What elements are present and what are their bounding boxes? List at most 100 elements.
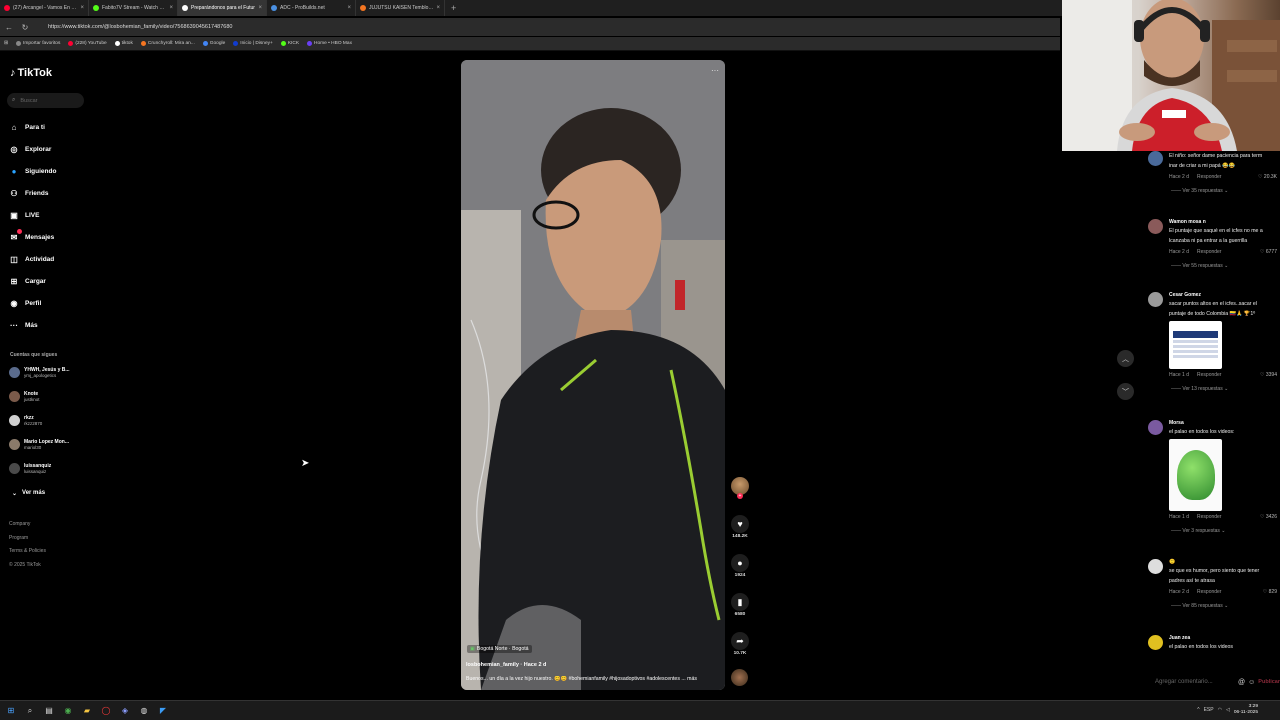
new-tab-button[interactable]: +	[445, 3, 456, 13]
comment-author[interactable]: Cesar Gomez	[1169, 292, 1277, 299]
following-account[interactable]: rkzz rkzz2870	[9, 415, 42, 426]
video-options-icon[interactable]: ···	[711, 66, 719, 75]
see-more-button[interactable]: ⌄ Ver más	[12, 490, 45, 497]
reply-button[interactable]: Responder	[1197, 589, 1221, 595]
emoji-icon[interactable]: ☺	[1248, 679, 1255, 686]
like-button[interactable]: ♥ 148.2K	[730, 515, 750, 539]
comment-avatar[interactable]	[1148, 559, 1163, 574]
tab-close-icon[interactable]: ×	[436, 5, 440, 11]
tab-close-icon[interactable]: ×	[258, 5, 262, 11]
view-replies-button[interactable]: —— Ver 13 respuestas ⌄	[1171, 386, 1277, 392]
discord-icon[interactable]: ◈	[120, 706, 130, 716]
sidebar-item-mensajes[interactable]: ✉ Mensajes	[9, 229, 54, 242]
vscode-icon[interactable]: ◤	[158, 706, 168, 716]
chevron-up-icon[interactable]: ^	[1197, 707, 1199, 713]
reply-button[interactable]: Responder	[1197, 372, 1221, 378]
comment-like-button[interactable]: ♡ 20.3K	[1258, 174, 1277, 180]
follow-plus-icon[interactable]: +	[737, 493, 743, 499]
wifi-icon[interactable]: ◠	[1218, 707, 1222, 713]
bookmark-item[interactable]: Home • HBO Max	[307, 41, 352, 46]
comment-author[interactable]: Juan zea	[1169, 635, 1277, 642]
comment-avatar[interactable]	[1148, 292, 1163, 307]
following-account[interactable]: luissanquiz luissanquiz	[9, 463, 51, 474]
chrome-icon[interactable]: ◉	[63, 706, 73, 716]
browser-tab[interactable]: JUJUTSU KAISEN Temblores, parte×	[356, 0, 445, 16]
comment-avatar[interactable]	[1148, 420, 1163, 435]
search-input[interactable]: ⌕ Buscar	[7, 93, 84, 108]
back-icon[interactable]: ←	[4, 23, 14, 32]
sidebar-item-perfil[interactable]: ◉ Perfil	[9, 298, 42, 308]
footer-link[interactable]: Company	[9, 521, 30, 527]
view-replies-button[interactable]: —— Ver 3 respuestas ⌄	[1171, 528, 1277, 534]
following-account[interactable]: Knote justknot	[9, 391, 40, 402]
publish-button[interactable]: Publicar	[1258, 679, 1280, 685]
comment-author[interactable]: 🙂	[1169, 559, 1277, 566]
bookmark-item[interactable]: Importar favoritos	[16, 41, 60, 46]
browser-tab[interactable]: ADC - ProBuilds.net ×	[267, 0, 356, 16]
browser-tab[interactable]: (27) Arcangel - Vamos En Un Viaje×	[0, 0, 89, 16]
apps-icon[interactable]: ⊞	[4, 41, 8, 46]
comment-avatar[interactable]	[1148, 635, 1163, 650]
save-button[interactable]: ▮ 6580	[730, 593, 750, 617]
comment-author[interactable]: Wamon mosa n	[1169, 219, 1277, 226]
comment-button[interactable]: ● 1924	[730, 554, 750, 578]
bookmark-item[interactable]: Google	[202, 41, 225, 46]
opera-icon[interactable]: ◯	[101, 706, 111, 716]
language-indicator[interactable]: ESP	[1204, 707, 1214, 713]
taskbar-search-icon[interactable]: ⌕	[25, 706, 35, 716]
sidebar-item-cargar[interactable]: ⊞ Cargar	[9, 276, 46, 286]
footer-link[interactable]: Program	[9, 535, 28, 541]
bookmark-item[interactable]: tiktok	[114, 41, 133, 46]
previous-video-button[interactable]: ︿	[1117, 350, 1134, 367]
view-replies-button[interactable]: —— Ver 85 respuestas ⌄	[1171, 603, 1277, 609]
comment-like-button[interactable]: ♡ 3426	[1260, 514, 1277, 520]
share-button[interactable]: ➦ 10.7K	[730, 632, 750, 656]
view-replies-button[interactable]: —— Ver 55 respuestas ⌄	[1171, 263, 1277, 269]
comment-like-button[interactable]: ♡ 3394	[1260, 372, 1277, 378]
url-field[interactable]: https://www.tiktok.com/@losbohemian_fami…	[48, 24, 232, 30]
tiktok-logo[interactable]: ♪ TikTok	[10, 67, 52, 79]
video-location-tag[interactable]: ▣ Bogotá Norte · Bogotá	[467, 645, 532, 653]
next-video-button[interactable]: ﹀	[1117, 383, 1134, 400]
comment-avatar[interactable]	[1148, 151, 1163, 166]
bookmark-item[interactable]: (228) YouTube	[68, 41, 107, 46]
sidebar-item-más[interactable]: ··· Más	[9, 320, 38, 330]
comment-avatar[interactable]	[1148, 219, 1163, 234]
comment-image-character[interactable]	[1169, 439, 1222, 511]
comment-image-table[interactable]	[1169, 321, 1222, 369]
browser-tab[interactable]: Fabito7V Stream - Watch Live on×	[89, 0, 178, 16]
music-disc-icon[interactable]	[731, 669, 748, 686]
comment-input[interactable]: Agregar comentario...	[1148, 679, 1235, 685]
reload-icon[interactable]: ↻	[20, 23, 30, 32]
sidebar-item-explorar[interactable]: ◎ Explorar	[9, 144, 52, 154]
reply-button[interactable]: Responder	[1197, 174, 1221, 180]
bookmark-item[interactable]: Crunchyroll: Mira an...	[140, 41, 195, 46]
comment-like-button[interactable]: ♡ 829	[1263, 589, 1277, 595]
video-player[interactable]: ··· ▣ Bogotá Norte · Bogotá losbohemian_…	[461, 60, 725, 690]
tab-close-icon[interactable]: ×	[169, 5, 173, 11]
footer-link[interactable]: Terms & Policies	[9, 548, 46, 554]
view-replies-button[interactable]: —— Ver 35 respuestas ⌄	[1171, 188, 1277, 194]
mention-icon[interactable]: @	[1238, 679, 1245, 686]
sidebar-item-actividad[interactable]: ◫ Actividad	[9, 254, 54, 264]
following-account[interactable]: Mario Lopez Mon... mariol30	[9, 439, 69, 450]
video-caption[interactable]: Buenos... un día a la vez hijo nuestro. …	[466, 676, 718, 682]
reply-button[interactable]: Responder	[1197, 249, 1221, 255]
browser-tab[interactable]: Preparándonos para el Futur ×	[178, 0, 267, 16]
reply-button[interactable]: Responder	[1197, 514, 1221, 520]
windows-start-icon[interactable]: ⊞	[6, 706, 16, 716]
following-account[interactable]: YHWH, Jesús y B... ymj_apologetics	[9, 367, 70, 378]
obs-icon[interactable]: ◍	[139, 706, 149, 716]
bookmark-item[interactable]: KICK	[280, 41, 299, 46]
comment-like-button[interactable]: ♡ 6777	[1260, 249, 1277, 255]
tab-close-icon[interactable]: ×	[347, 5, 351, 11]
bookmark-item[interactable]: Inicio | Disney+	[233, 41, 273, 46]
comment-author[interactable]: Morsa	[1169, 420, 1277, 427]
tab-close-icon[interactable]: ×	[80, 5, 84, 11]
sidebar-item-para-ti[interactable]: ⌂ Para ti	[9, 122, 45, 132]
task-view-icon[interactable]: ▤	[44, 706, 54, 716]
sidebar-item-siguiendo[interactable]: ● Siguiendo	[9, 166, 57, 176]
taskbar-clock[interactable]: 3:29 06-11-2025	[1234, 704, 1258, 716]
sidebar-item-live[interactable]: ▣ LIVE	[9, 210, 39, 220]
file-explorer-icon[interactable]: ▰	[82, 706, 92, 716]
